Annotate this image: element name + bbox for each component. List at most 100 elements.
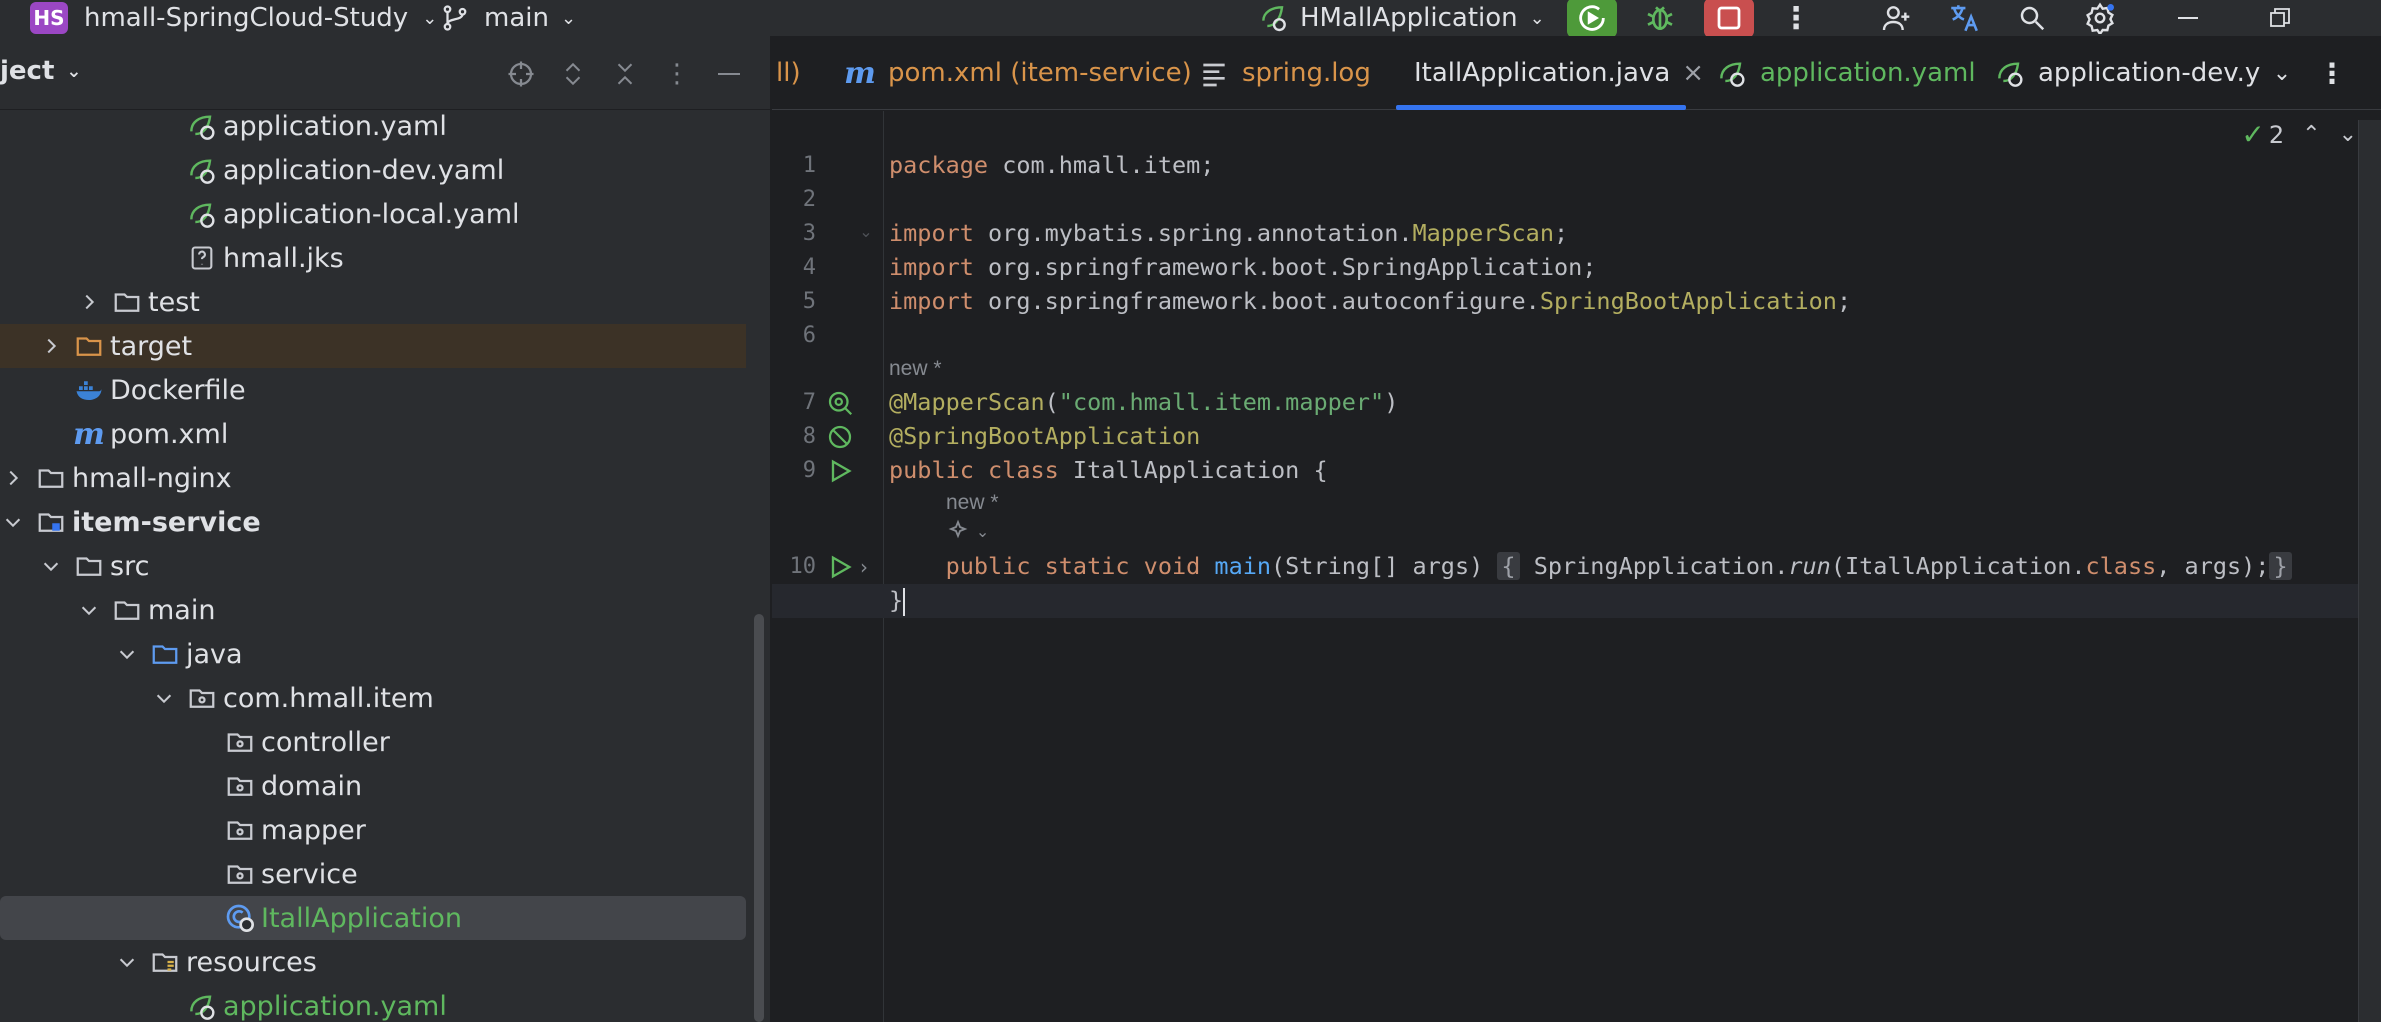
- translate-button[interactable]: [1940, 0, 1988, 36]
- tree-item[interactable]: hmall.jks: [0, 236, 746, 280]
- project-scrollbar[interactable]: [754, 614, 764, 1022]
- tab-options-button[interactable]: ⋮: [2312, 36, 2352, 110]
- debug-button[interactable]: [1636, 0, 1684, 36]
- chevron-down-icon[interactable]: [114, 641, 140, 667]
- stop-button[interactable]: [1704, 0, 1754, 38]
- expand-all-button[interactable]: [555, 58, 591, 90]
- run-button[interactable]: [1567, 0, 1617, 38]
- code-editor[interactable]: package com.hmall.item; import org.mybat…: [772, 111, 2381, 1022]
- chevron-right-icon: ›: [860, 555, 868, 579]
- chevron-up-icon[interactable]: ⌃: [2302, 122, 2320, 147]
- tab-overflow-indicator[interactable]: ll): [776, 36, 801, 110]
- tree-item[interactable]: Dockerfile: [0, 368, 746, 412]
- keyword: import: [889, 287, 974, 315]
- tab-application-yaml[interactable]: application.yaml: [1716, 36, 1976, 110]
- tree-item[interactable]: src: [0, 544, 746, 588]
- restore-button[interactable]: [2256, 0, 2304, 36]
- chevron-down-icon[interactable]: [114, 949, 140, 975]
- settings-button[interactable]: [2076, 0, 2124, 36]
- tab-itallapplication-java[interactable]: ItallApplication.java ×: [1396, 36, 1704, 110]
- tab-spring-log[interactable]: spring.log: [1198, 36, 1371, 110]
- folded-region-close[interactable]: }: [2269, 552, 2292, 580]
- close-icon[interactable]: ×: [1682, 58, 1704, 88]
- chevron-down-icon[interactable]: [0, 509, 26, 535]
- fold-imports-button[interactable]: ⌄: [856, 221, 876, 241]
- project-name-dropdown[interactable]: hmall-SpringCloud-Study ⌄: [84, 0, 437, 36]
- tree-item-label: ItallApplication: [261, 902, 462, 934]
- tab-application-dev-yaml[interactable]: application-dev.y: [1994, 36, 2280, 110]
- project-panel-title: ject: [0, 56, 55, 86]
- unknown-file-icon: [185, 241, 219, 275]
- tree-item-label: controller: [261, 726, 390, 758]
- branch-dropdown[interactable]: main ⌄: [440, 0, 576, 36]
- chevron-down-icon[interactable]: [151, 685, 177, 711]
- add-user-button[interactable]: [1872, 0, 1920, 36]
- editor-gutter[interactable]: 1 2 3 4 5 6 7 8 9 10 13 › ⌄: [772, 111, 884, 1022]
- chevron-down-icon[interactable]: [76, 597, 102, 623]
- module-icon: [34, 505, 68, 539]
- tree-item-label: resources: [186, 946, 317, 978]
- options-button[interactable]: ⋮: [659, 58, 695, 90]
- fold-expand-button[interactable]: ›: [854, 551, 874, 583]
- tree-item[interactable]: application.yaml: [0, 104, 746, 148]
- tree-item[interactable]: ItallApplication: [0, 896, 746, 940]
- project-panel-header: ject ⌄ ⋮: [0, 36, 770, 110]
- tree-item[interactable]: java: [0, 632, 746, 676]
- chevron-down-icon: ⌄: [975, 524, 990, 541]
- spring-boot-gutter-icon[interactable]: [824, 421, 856, 453]
- minimize-button[interactable]: [2164, 0, 2212, 36]
- tree-item[interactable]: application.yaml: [0, 984, 746, 1022]
- tree-item[interactable]: application-dev.yaml: [0, 148, 746, 192]
- line-number: 10: [789, 554, 817, 579]
- author-inlay-hint[interactable]: new *: [946, 491, 999, 515]
- tree-item[interactable]: m pom.xml: [0, 412, 746, 456]
- more-button[interactable]: ⋮: [1772, 0, 1820, 36]
- project-view-selector[interactable]: ject ⌄: [0, 56, 81, 86]
- chevron-right-icon[interactable]: [0, 465, 26, 491]
- run-class-gutter-button[interactable]: [824, 455, 856, 487]
- code-line-8: @SpringBootApplication: [889, 422, 1200, 450]
- tree-item[interactable]: mapper: [0, 808, 746, 852]
- inspection-widget[interactable]: ✓ 2 ⌃ ⌄: [2241, 118, 2357, 151]
- tab-pom-xml[interactable]: m pom.xml (item-service): [844, 36, 1192, 110]
- tree-item[interactable]: item-service: [0, 500, 746, 544]
- translate-icon: [1951, 5, 1978, 32]
- tree-item[interactable]: resources: [0, 940, 746, 984]
- tree-item[interactable]: service: [0, 852, 746, 896]
- tree-item[interactable]: hmall-nginx: [0, 456, 746, 500]
- collapse-all-button[interactable]: [607, 58, 643, 90]
- tree-item[interactable]: target: [0, 324, 746, 368]
- more-icon: ⋮: [2318, 56, 2346, 90]
- chevron-right-icon[interactable]: [38, 333, 64, 359]
- tab-overflow-text: ll): [776, 58, 801, 88]
- hide-panel-button[interactable]: [711, 58, 747, 90]
- mapper-scan-gutter-icon[interactable]: [824, 387, 856, 419]
- tree-item[interactable]: main: [0, 588, 746, 632]
- folded-region-open[interactable]: {: [1497, 552, 1520, 580]
- tree-item[interactable]: test: [0, 280, 746, 324]
- ai-suggestion-hint[interactable]: ⌄: [946, 519, 989, 543]
- spring-config-icon: [1998, 62, 2023, 87]
- inspection-count: 2: [2268, 120, 2285, 149]
- code-text: org.springframework.boot.SpringApplicati…: [973, 253, 1597, 281]
- locate-file-button[interactable]: [503, 58, 539, 90]
- run-config-dropdown[interactable]: HMallApplication ⌄: [1258, 0, 1545, 36]
- static-method-call: run: [1788, 552, 1831, 580]
- tree-item[interactable]: application-local.yaml: [0, 192, 746, 236]
- project-badge[interactable]: HS: [30, 2, 68, 34]
- code-text: SpringApplication.: [1519, 552, 1789, 580]
- tab-label: application.yaml: [1760, 58, 1976, 88]
- chevron-down-icon[interactable]: [38, 553, 64, 579]
- folder-icon: [72, 549, 106, 583]
- tree-item[interactable]: domain: [0, 764, 746, 808]
- tree-item[interactable]: com.hmall.item: [0, 676, 746, 720]
- run-main-gutter-button[interactable]: [824, 551, 856, 583]
- chevron-right-icon[interactable]: [76, 289, 102, 315]
- tree-item-label: application.yaml: [223, 990, 447, 1022]
- run-icon: [1579, 5, 1605, 31]
- author-inlay-hint[interactable]: new *: [889, 357, 942, 381]
- search-button[interactable]: [2008, 0, 2056, 36]
- tree-item[interactable]: controller: [0, 720, 746, 764]
- tab-list-button[interactable]: ⌄: [2262, 36, 2302, 110]
- chevron-down-icon[interactable]: ⌄: [2339, 122, 2357, 147]
